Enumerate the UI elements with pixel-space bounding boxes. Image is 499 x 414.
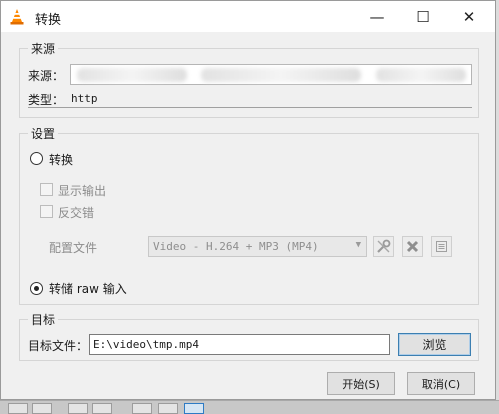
dest-label: 目标文件：: [28, 339, 89, 353]
taskbar-item[interactable]: [158, 403, 178, 414]
new-profile-button[interactable]: [431, 236, 452, 257]
source-group-title: 来源: [28, 40, 59, 57]
dump-raw-radio[interactable]: [30, 282, 43, 295]
title-bar: 转换 — ☐ ✕: [1, 1, 495, 32]
convert-label: 转换: [49, 153, 74, 167]
delete-profile-button[interactable]: [402, 236, 423, 257]
source-separator: [28, 107, 472, 108]
show-output-label: 显示输出: [58, 184, 107, 198]
target-group: 目标 目标文件： E:\video\tmp.mp4 浏览: [19, 311, 479, 361]
show-output-checkbox[interactable]: [40, 183, 53, 196]
settings-group-title: 设置: [28, 125, 59, 142]
close-icon: ✕: [462, 7, 476, 26]
source-label: 来源：: [28, 69, 65, 83]
taskbar-item[interactable]: [68, 403, 88, 414]
taskbar-item-active[interactable]: [184, 403, 204, 414]
wrench-icon: [377, 239, 391, 253]
minimize-icon: —: [369, 7, 385, 26]
taskbar-item[interactable]: [32, 403, 52, 414]
maximize-icon: ☐: [416, 7, 430, 26]
cancel-button[interactable]: 取消(C): [407, 372, 475, 395]
profile-value: Video - H.264 + MP3 (MP4): [153, 240, 319, 253]
dump-raw-label: 转储 raw 输入: [49, 282, 127, 296]
browse-button[interactable]: 浏览: [398, 333, 471, 356]
delete-x-icon: [406, 240, 419, 253]
convert-dialog: 转换 — ☐ ✕ 来源 来源： 类型： http 设置 转换 显示输出 反交错 …: [0, 0, 496, 400]
taskbar-item[interactable]: [8, 403, 28, 414]
taskbar-item[interactable]: [92, 403, 112, 414]
start-button[interactable]: 开始(S): [327, 372, 395, 395]
dest-file-input[interactable]: E:\video\tmp.mp4: [89, 334, 390, 355]
deinterlace-checkbox[interactable]: [40, 205, 53, 218]
convert-radio[interactable]: [30, 152, 43, 165]
deinterlace-label: 反交错: [58, 206, 95, 220]
taskbar-item[interactable]: [132, 403, 152, 414]
list-icon: [436, 241, 447, 252]
settings-group: 设置 转换 显示输出 反交错 配置文件 Video - H.264 + MP3 …: [19, 125, 479, 305]
taskbar-strip: [0, 400, 499, 414]
window-title: 转换: [35, 13, 62, 28]
target-group-title: 目标: [28, 311, 59, 328]
dest-file-value: E:\video\tmp.mp4: [93, 338, 199, 351]
profile-label: 配置文件: [49, 241, 98, 255]
vlc-cone-icon: [10, 9, 24, 25]
type-label: 类型：: [28, 93, 65, 107]
chevron-down-icon: ▼: [355, 240, 361, 250]
type-value: http: [71, 92, 98, 105]
source-input[interactable]: [70, 64, 472, 85]
profile-select[interactable]: Video - H.264 + MP3 (MP4) ▼: [148, 236, 367, 257]
maximize-button[interactable]: ☐: [400, 1, 446, 32]
edit-profile-button[interactable]: [373, 236, 394, 257]
minimize-button[interactable]: —: [354, 1, 400, 32]
source-group: 来源 来源： 类型： http: [19, 40, 479, 118]
close-button[interactable]: ✕: [446, 1, 492, 32]
